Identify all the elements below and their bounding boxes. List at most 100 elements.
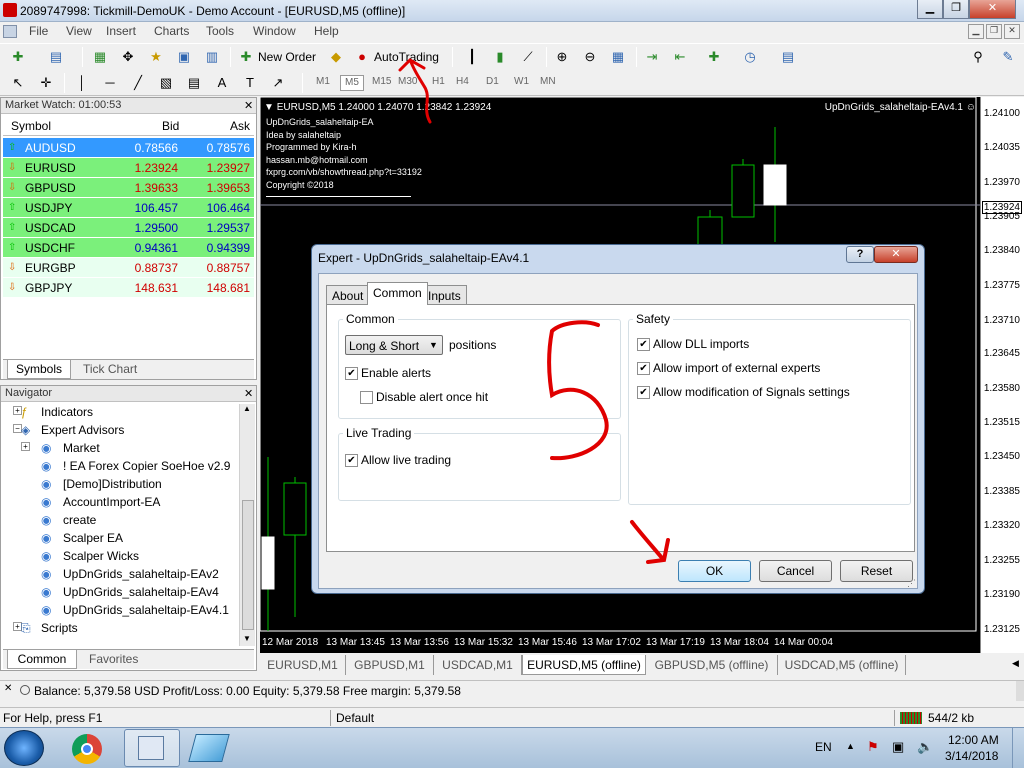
data-window-icon[interactable]: ✥ <box>118 47 138 67</box>
navigator-close-icon[interactable]: ✕ <box>244 387 253 400</box>
tab-tick-chart[interactable]: Tick Chart <box>83 362 137 376</box>
market-watch-row[interactable]: ⇩ EURUSD 1.23924 1.23927 <box>3 158 254 178</box>
autotrading-icon[interactable]: ● <box>352 47 372 67</box>
market-watch-row[interactable]: ⇧ USDCAD 1.29500 1.29537 <box>3 218 254 238</box>
chart-tab[interactable]: USDCAD,M1 <box>434 655 522 675</box>
cancel-button[interactable]: Cancel <box>759 560 832 582</box>
scroll-thumb[interactable] <box>242 500 254 630</box>
chart-shift-icon[interactable]: ⇥ <box>642 47 662 67</box>
timeframe-d1[interactable]: D1 <box>482 75 503 91</box>
bar-chart-icon[interactable]: ┃ <box>462 47 482 67</box>
fibonacci-icon[interactable]: ▤ <box>184 73 204 93</box>
maximize-button[interactable]: ❐ <box>943 0 969 19</box>
chart-tab[interactable]: GBPUSD,M1 <box>346 655 434 675</box>
market-watch-close-icon[interactable]: ✕ <box>244 99 253 112</box>
crosshair-icon[interactable]: ✛ <box>36 73 56 93</box>
volume-icon[interactable]: 🔈 <box>917 739 933 755</box>
metaeditor-icon[interactable]: ◆ <box>326 47 346 67</box>
vertical-line-icon[interactable]: │ <box>72 73 92 93</box>
timeframe-h4[interactable]: H4 <box>452 75 473 91</box>
tab-common-dialog[interactable]: Common <box>367 282 428 305</box>
tester-icon[interactable]: ▥ <box>202 47 222 67</box>
menu-file[interactable]: File <box>29 24 48 38</box>
network-icon[interactable]: ▣ <box>892 739 904 755</box>
timeframe-m5[interactable]: M5 <box>340 75 364 91</box>
header-bid[interactable]: Bid <box>162 119 179 133</box>
market-watch-row[interactable]: ⇩ GBPUSD 1.39633 1.39653 <box>3 178 254 198</box>
show-desktop-button[interactable] <box>1012 728 1024 768</box>
timeframe-mn[interactable]: MN <box>536 75 560 91</box>
label-icon[interactable]: T <box>240 73 260 93</box>
taskbar-app-icon[interactable] <box>188 734 230 762</box>
reset-button[interactable]: Reset <box>840 560 913 582</box>
chart-tab[interactable]: USDCAD,M5 (offline) <box>778 655 906 675</box>
clock-date[interactable]: 3/14/2018 <box>945 749 998 763</box>
market-watch-row[interactable]: ⇧ USDJPY 106.457 106.464 <box>3 198 254 218</box>
dialog-help-button[interactable]: ? <box>846 246 874 263</box>
menu-insert[interactable]: Insert <box>106 24 136 38</box>
tray-expand-icon[interactable]: ▲ <box>846 741 855 751</box>
zoom-in-icon[interactable]: ⊕ <box>552 47 572 67</box>
tab-about[interactable]: About <box>326 285 370 305</box>
positions-select[interactable]: Long & Short ▼ <box>345 335 443 355</box>
chart-tab[interactable]: EURUSD,M5 (offline) <box>522 655 646 675</box>
language-indicator[interactable]: EN <box>815 740 832 754</box>
allow-live-trading-checkbox[interactable]: ✔ <box>345 454 358 467</box>
trendline-icon[interactable]: ╱ <box>128 73 148 93</box>
mdi-close-button[interactable]: ✕ <box>1004 24 1020 39</box>
profiles-icon[interactable]: ▤ <box>46 47 66 67</box>
market-watch-row[interactable]: ⇩ EURGBP 0.88737 0.88757 <box>3 258 254 278</box>
chart-tab[interactable]: EURUSD,M1 <box>260 655 346 675</box>
mdi-minimize-button[interactable]: ▁ <box>968 24 984 39</box>
enable-alerts-checkbox[interactable]: ✔ <box>345 367 358 380</box>
header-symbol[interactable]: Symbol <box>11 119 51 133</box>
start-button[interactable] <box>4 730 44 766</box>
market-watch-row[interactable]: ⇩ GBPJPY 148.631 148.681 <box>3 278 254 298</box>
chart-tab[interactable]: GBPUSD,M5 (offline) <box>646 655 778 675</box>
search-icon[interactable]: ⚲ <box>968 47 988 67</box>
timeframe-m1[interactable]: M1 <box>312 75 334 91</box>
text-icon[interactable]: A <box>212 73 232 93</box>
ok-button[interactable]: OK <box>678 560 751 582</box>
line-chart-icon[interactable]: ⟋ <box>518 47 538 67</box>
clock-time[interactable]: 12:00 AM <box>948 733 999 747</box>
arrows-icon[interactable]: ↗ <box>268 73 288 93</box>
new-order-button[interactable]: New Order <box>258 50 316 64</box>
action-center-icon[interactable]: ⚑ <box>867 739 879 755</box>
resize-grip-icon[interactable]: ⋰ <box>907 578 916 589</box>
tab-common[interactable]: Common <box>7 650 77 669</box>
zoom-out-icon[interactable]: ⊖ <box>580 47 600 67</box>
tile-windows-icon[interactable]: ▦ <box>608 47 628 67</box>
autotrading-button[interactable]: AutoTrading <box>374 50 439 64</box>
menu-view[interactable]: View <box>66 24 92 38</box>
cursor-icon[interactable]: ↖ <box>8 73 28 93</box>
timeframe-h1[interactable]: H1 <box>428 75 449 91</box>
menu-tools[interactable]: Tools <box>206 24 234 38</box>
autoscroll-icon[interactable]: ⇤ <box>670 47 690 67</box>
scroll-up-icon[interactable]: ▲ <box>243 404 251 413</box>
terminal-icon[interactable]: ▣ <box>174 47 194 67</box>
close-window-button[interactable]: ✕ <box>969 0 1016 19</box>
allow-signals-checkbox[interactable]: ✔ <box>637 386 650 399</box>
horizontal-line-icon[interactable]: ─ <box>100 73 120 93</box>
menu-window[interactable]: Window <box>253 24 296 38</box>
chart-collapse-icon[interactable]: ▼ <box>264 102 274 113</box>
tree-expand-icon[interactable]: + <box>21 442 30 451</box>
allow-import-checkbox[interactable]: ✔ <box>637 362 650 375</box>
tab-favorites[interactable]: Favorites <box>89 652 138 666</box>
collapse-icon[interactable]: ✕ <box>4 683 12 694</box>
tab-inputs[interactable]: Inputs <box>422 285 467 305</box>
disable-alert-checkbox[interactable] <box>360 391 373 404</box>
tab-symbols[interactable]: Symbols <box>7 360 71 379</box>
allow-dll-checkbox[interactable]: ✔ <box>637 338 650 351</box>
tab-scroll-icon[interactable]: ◀ <box>1012 658 1019 669</box>
timeframe-m15[interactable]: M15 <box>368 75 395 91</box>
candlestick-icon[interactable]: ▮ <box>490 47 510 67</box>
navigator-icon[interactable]: ★ <box>146 47 166 67</box>
templates-icon[interactable]: ▤ <box>778 47 798 67</box>
menu-help[interactable]: Help <box>314 24 339 38</box>
market-watch-row[interactable]: ⇧ USDCHF 0.94361 0.94399 <box>3 238 254 258</box>
channel-icon[interactable]: ▧ <box>156 73 176 93</box>
indicators-icon[interactable]: ✚ <box>704 47 724 67</box>
header-ask[interactable]: Ask <box>230 119 250 133</box>
